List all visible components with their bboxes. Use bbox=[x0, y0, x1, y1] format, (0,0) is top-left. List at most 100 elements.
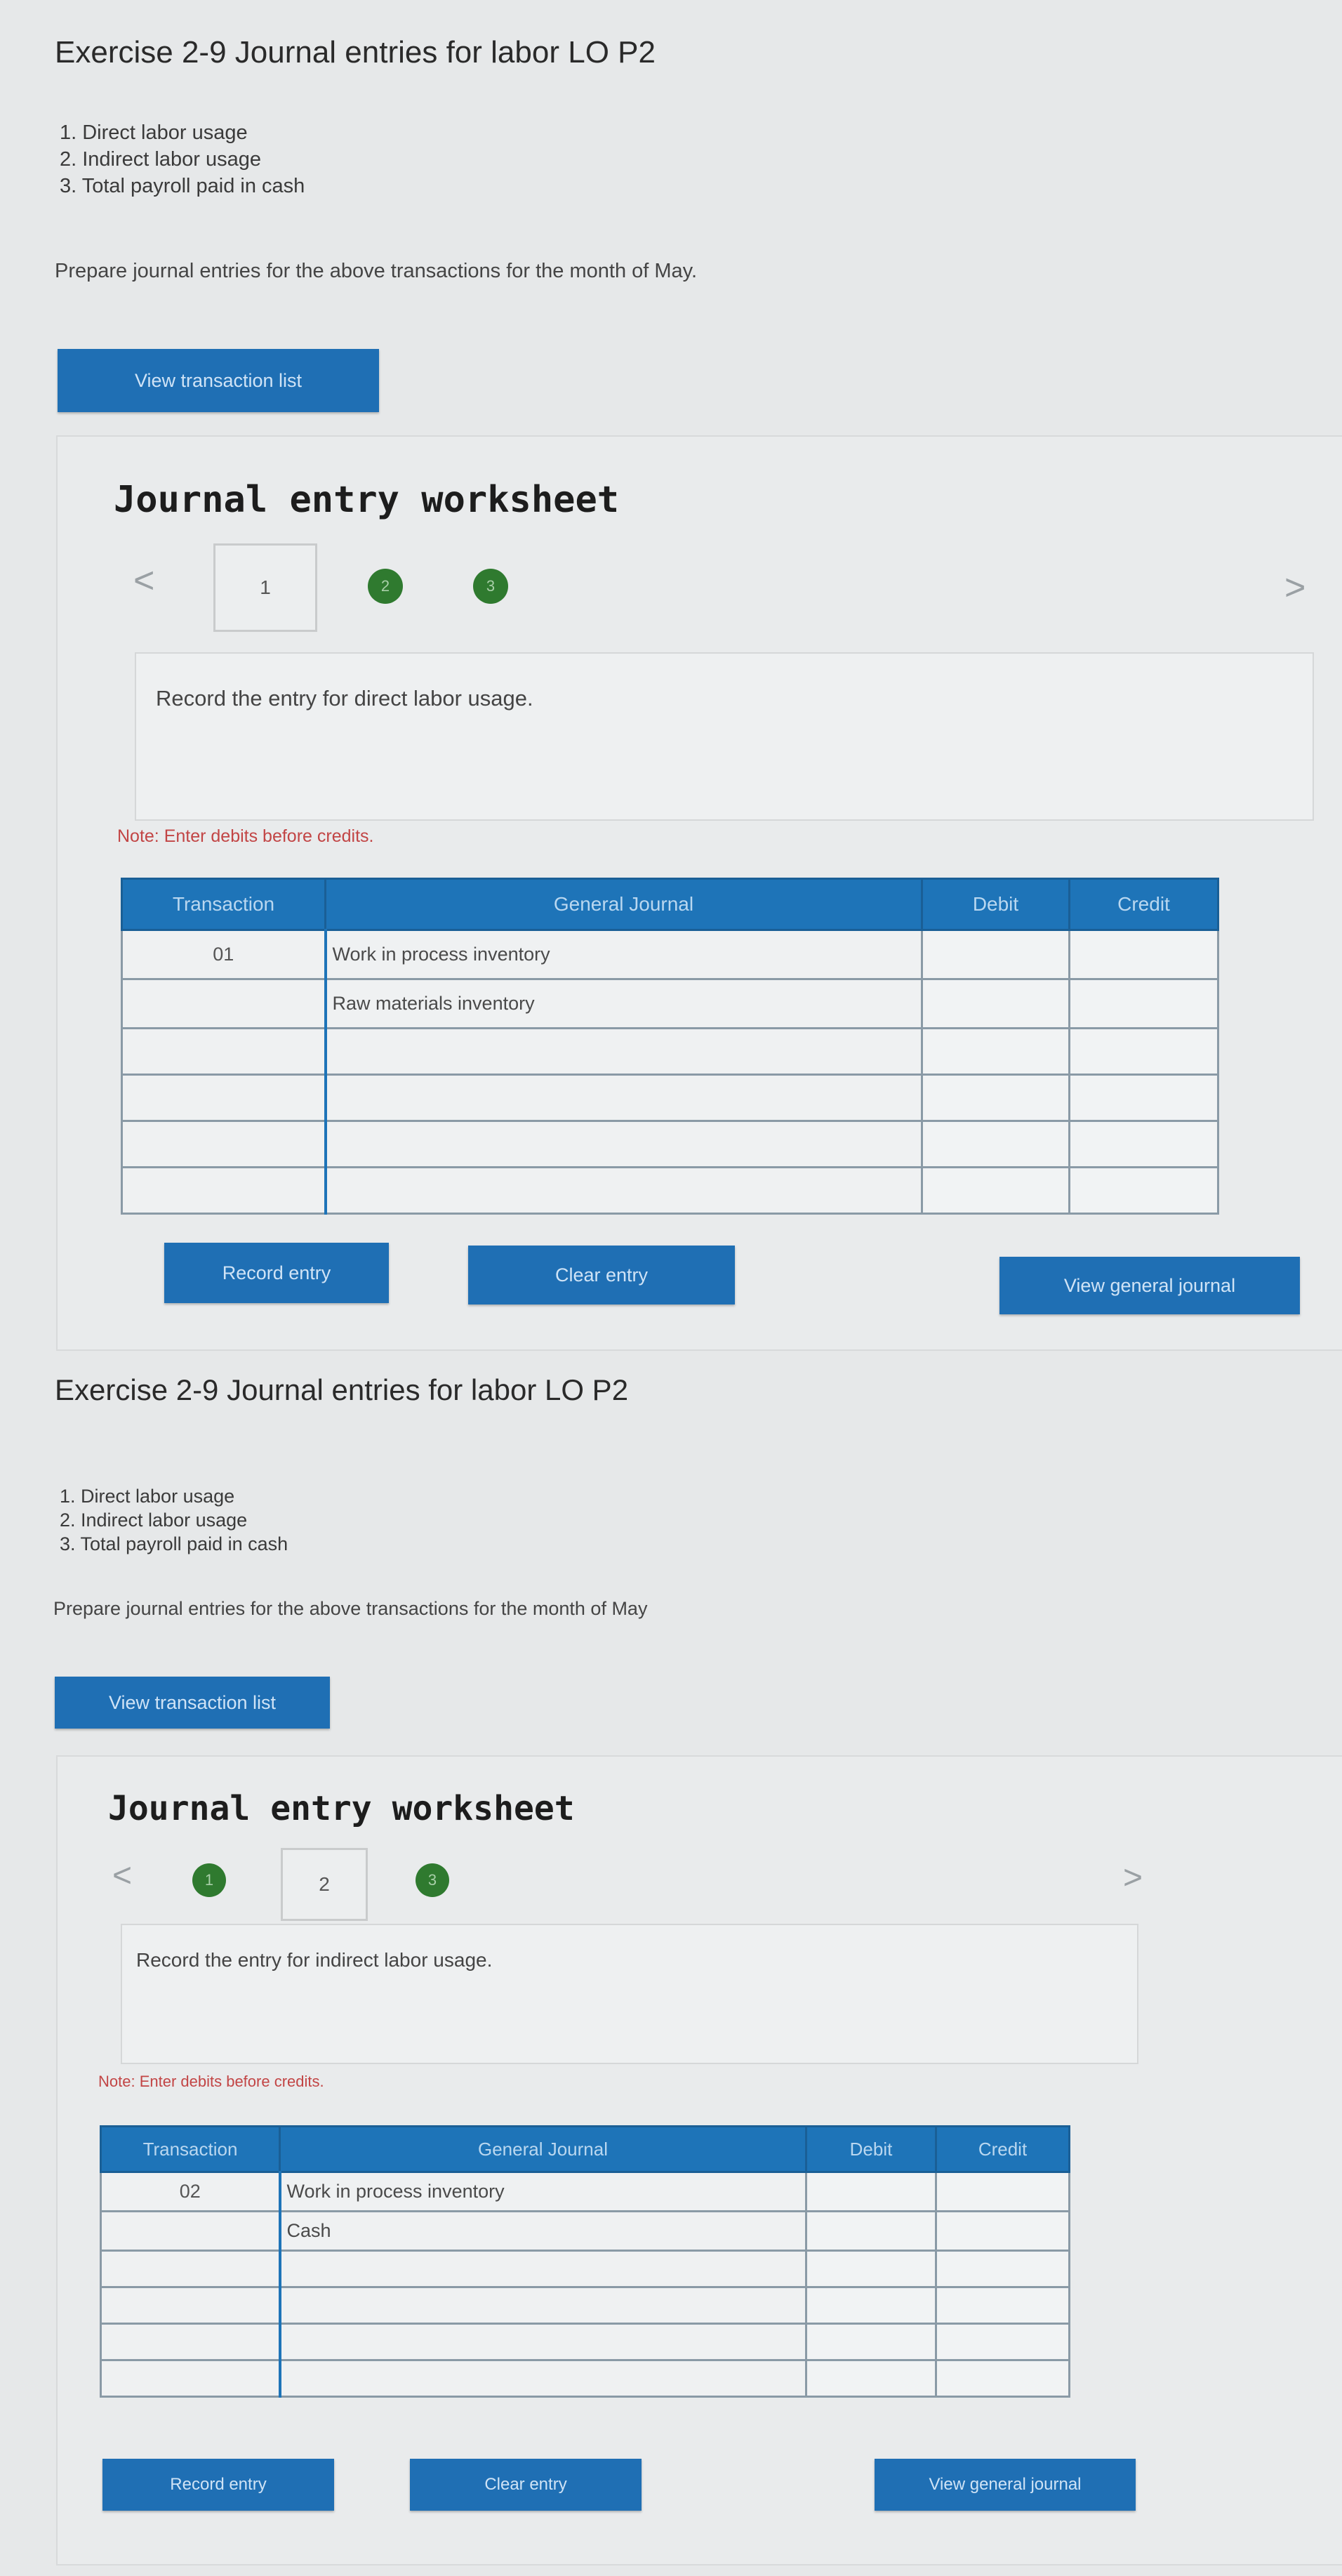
transaction-cell bbox=[100, 2359, 281, 2398]
debit-input[interactable] bbox=[805, 2171, 937, 2212]
requirement-item: 2. Indirect labor usage bbox=[60, 148, 261, 171]
view-general-journal-button[interactable]: View general journal bbox=[875, 2459, 1136, 2511]
tab-1[interactable]: 1 bbox=[192, 1863, 226, 1897]
view-transaction-list-button[interactable]: View transaction list bbox=[55, 1677, 330, 1729]
debit-input[interactable] bbox=[805, 2250, 937, 2288]
instruction-text: Record the entry for direct labor usage. bbox=[156, 686, 533, 711]
prev-arrow-icon[interactable]: < bbox=[133, 560, 154, 602]
credit-input[interactable] bbox=[935, 2359, 1070, 2398]
requirement-item: 1. Direct labor usage bbox=[60, 121, 248, 144]
account-select[interactable]: Work in process inventory bbox=[278, 2171, 807, 2212]
debit-input[interactable] bbox=[921, 1166, 1070, 1215]
credit-input[interactable] bbox=[935, 2210, 1070, 2252]
tab-3[interactable]: 3 bbox=[473, 569, 508, 604]
transaction-cell bbox=[121, 1166, 326, 1215]
journal-table: Transaction General Journal Debit Credit… bbox=[100, 2125, 1070, 2398]
journal-entry-worksheet: Journal entry worksheet < 1 2 3 > Record… bbox=[56, 1755, 1342, 2565]
credit-input[interactable] bbox=[935, 2250, 1070, 2288]
debit-input[interactable] bbox=[921, 929, 1070, 980]
journal-table: Transaction General Journal Debit Credit… bbox=[121, 878, 1219, 1215]
exercise-title: Exercise 2-9 Journal entries for labor L… bbox=[55, 35, 656, 70]
clear-entry-button[interactable]: Clear entry bbox=[410, 2459, 642, 2511]
account-select[interactable] bbox=[324, 1027, 923, 1076]
account-select[interactable] bbox=[278, 2286, 807, 2325]
credit-input[interactable] bbox=[1068, 1120, 1219, 1168]
debit-input[interactable] bbox=[805, 2359, 937, 2398]
header-general-journal: General Journal bbox=[279, 2125, 807, 2173]
table-row bbox=[100, 2286, 1070, 2325]
debit-input[interactable] bbox=[921, 1027, 1070, 1076]
debit-input[interactable] bbox=[921, 1120, 1070, 1168]
debit-input[interactable] bbox=[805, 2210, 937, 2252]
tab-2[interactable]: 2 bbox=[281, 1848, 368, 1921]
credit-input[interactable] bbox=[1068, 1027, 1219, 1076]
transaction-cell bbox=[100, 2250, 281, 2288]
transaction-cell: 01 bbox=[121, 929, 326, 980]
transaction-cell bbox=[121, 1120, 326, 1168]
debit-input[interactable] bbox=[921, 978, 1070, 1029]
tab-3[interactable]: 3 bbox=[416, 1863, 449, 1897]
instruction-text: Record the entry for indirect labor usag… bbox=[136, 1949, 493, 1971]
record-entry-button[interactable]: Record entry bbox=[164, 1243, 389, 1303]
account-select[interactable] bbox=[278, 2250, 807, 2288]
next-arrow-icon[interactable]: > bbox=[1284, 567, 1306, 609]
header-debit: Debit bbox=[805, 2125, 937, 2173]
account-select[interactable]: Cash bbox=[278, 2210, 807, 2252]
header-credit: Credit bbox=[935, 2125, 1070, 2173]
credit-input[interactable] bbox=[935, 2171, 1070, 2212]
note-text: Note: Enter debits before credits. bbox=[117, 826, 374, 846]
header-transaction: Transaction bbox=[100, 2125, 281, 2173]
exercise-title: Exercise 2-9 Journal entries for labor L… bbox=[55, 1373, 629, 1406]
table-row: 02 Work in process inventory bbox=[100, 2171, 1070, 2212]
debit-input[interactable] bbox=[805, 2323, 937, 2361]
account-select[interactable] bbox=[278, 2359, 807, 2398]
tab-2[interactable]: 2 bbox=[368, 569, 403, 604]
account-select[interactable] bbox=[278, 2323, 807, 2361]
worksheet-title: Journal entry worksheet bbox=[108, 1789, 575, 1828]
table-row: Cash bbox=[100, 2210, 1070, 2252]
requirement-item: 2. Indirect labor usage bbox=[60, 1510, 248, 1531]
view-general-journal-button[interactable]: View general journal bbox=[999, 1257, 1300, 1314]
view-transaction-list-button[interactable]: View transaction list bbox=[58, 349, 379, 412]
account-select[interactable]: Work in process inventory bbox=[324, 929, 923, 980]
clear-entry-button[interactable]: Clear entry bbox=[468, 1246, 735, 1304]
credit-input[interactable] bbox=[935, 2286, 1070, 2325]
table-row bbox=[121, 1120, 1219, 1168]
table-row bbox=[100, 2250, 1070, 2288]
requirement-item: 3. Total payroll paid in cash bbox=[60, 175, 305, 197]
next-arrow-icon[interactable]: > bbox=[1123, 1858, 1143, 1897]
transaction-cell bbox=[121, 1027, 326, 1076]
journal-entry-worksheet: Journal entry worksheet < 1 2 3 > Record… bbox=[56, 435, 1342, 1351]
table-row bbox=[121, 1027, 1219, 1076]
instruction-box: Record the entry for indirect labor usag… bbox=[121, 1924, 1138, 2064]
credit-input[interactable] bbox=[1068, 1074, 1219, 1122]
prev-arrow-icon[interactable]: < bbox=[112, 1856, 132, 1895]
table-header-row: Transaction General Journal Debit Credit bbox=[121, 878, 1219, 931]
table-row: 01 Work in process inventory bbox=[121, 929, 1219, 980]
header-credit: Credit bbox=[1068, 878, 1219, 931]
transaction-cell bbox=[100, 2323, 281, 2361]
record-entry-button[interactable]: Record entry bbox=[102, 2459, 334, 2511]
transaction-cell: 02 bbox=[100, 2171, 281, 2212]
tab-1[interactable]: 1 bbox=[213, 543, 317, 632]
instructions-text: Prepare journal entries for the above tr… bbox=[55, 260, 698, 282]
requirement-item: 3. Total payroll paid in cash bbox=[60, 1533, 288, 1554]
account-select[interactable] bbox=[324, 1166, 923, 1215]
credit-input[interactable] bbox=[935, 2323, 1070, 2361]
credit-input[interactable] bbox=[1068, 978, 1219, 1029]
credit-input[interactable] bbox=[1068, 929, 1219, 980]
account-select[interactable]: Raw materials inventory bbox=[324, 978, 923, 1029]
instructions-text: Prepare journal entries for the above tr… bbox=[53, 1598, 648, 1619]
transaction-cell bbox=[121, 1074, 326, 1122]
table-row bbox=[100, 2359, 1070, 2398]
account-select[interactable] bbox=[324, 1074, 923, 1122]
credit-input[interactable] bbox=[1068, 1166, 1219, 1215]
debit-input[interactable] bbox=[921, 1074, 1070, 1122]
exercise-section-2: Exercise 2-9 Journal entries for labor L… bbox=[0, 1362, 1342, 2576]
account-select[interactable] bbox=[324, 1120, 923, 1168]
transaction-cell bbox=[121, 978, 326, 1029]
transaction-cell bbox=[100, 2286, 281, 2325]
table-row bbox=[121, 1166, 1219, 1215]
debit-input[interactable] bbox=[805, 2286, 937, 2325]
header-debit: Debit bbox=[921, 878, 1070, 931]
